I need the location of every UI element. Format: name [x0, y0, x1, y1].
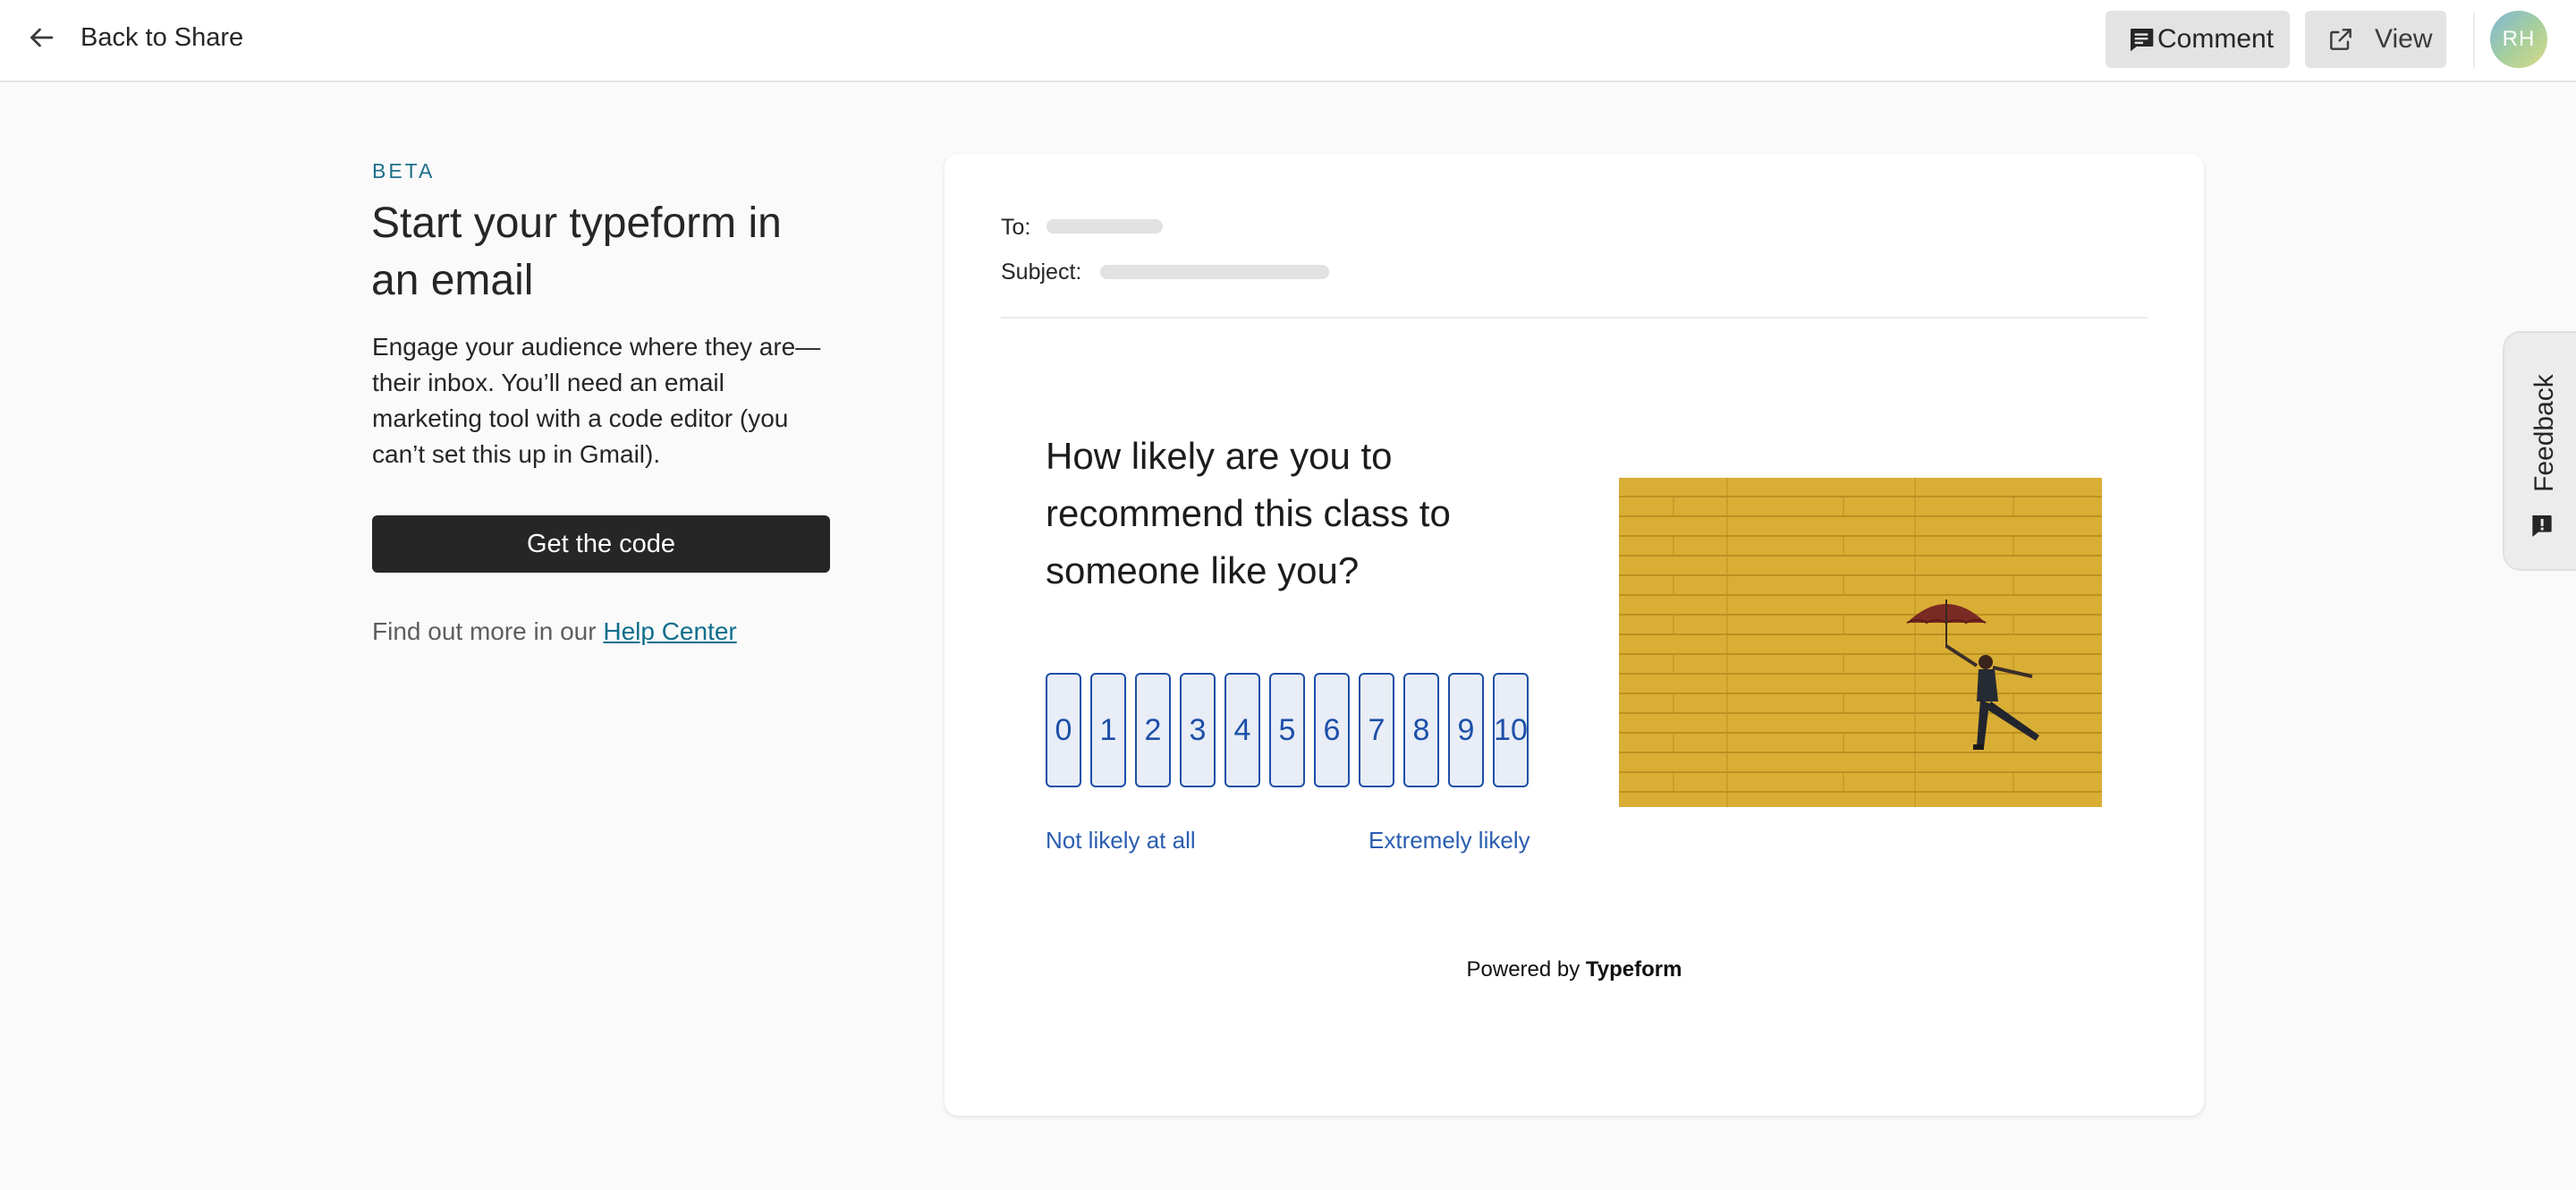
email-header-divider: [1001, 317, 2148, 319]
nps-scale: 0 1 2 3 4 5 6 7 8 9 10: [1046, 673, 1529, 787]
help-text: Find out more in our Help Center: [372, 617, 737, 646]
back-to-share-link[interactable]: Back to Share: [25, 18, 243, 57]
get-the-code-button[interactable]: Get the code: [372, 515, 830, 573]
question-text: How likely are you to recommend this cla…: [1046, 435, 1451, 591]
feedback-tab[interactable]: Feedback: [2503, 331, 2576, 571]
comment-label: Comment: [2157, 24, 2275, 54]
back-label: Back to Share: [80, 22, 244, 52]
view-button[interactable]: View: [2305, 11, 2446, 68]
scale-option-8[interactable]: 8: [1403, 673, 1439, 787]
scale-option-9[interactable]: 9: [1448, 673, 1484, 787]
scale-option-3[interactable]: 3: [1180, 673, 1216, 787]
feedback-label: Feedback: [2529, 374, 2559, 492]
comment-icon: [2131, 29, 2154, 52]
scale-high-label: Extremely likely: [1368, 827, 1530, 854]
subject-placeholder-bar: [1100, 265, 1329, 279]
arrow-left-icon: [30, 28, 54, 47]
email-preview-card: To: Subject: How likely are you to recom…: [945, 154, 2204, 1116]
view-label: View: [2375, 24, 2433, 54]
external-link-icon: [2330, 29, 2351, 50]
scale-option-2[interactable]: 2: [1135, 673, 1171, 787]
scale-option-10[interactable]: 10: [1493, 673, 1529, 787]
scale-option-7[interactable]: 7: [1359, 673, 1394, 787]
comment-button[interactable]: Comment: [2106, 11, 2290, 68]
to-label: To:: [1001, 215, 1031, 240]
help-center-link[interactable]: Help Center: [603, 617, 736, 645]
header-divider: [2473, 13, 2475, 68]
powered-by-typeform: Powered by Typeform: [945, 957, 2204, 982]
to-placeholder-bar: [1046, 219, 1163, 234]
intro-description: Engage your audience where they are—thei…: [372, 333, 821, 468]
scale-option-0[interactable]: 0: [1046, 673, 1081, 787]
powered-prefix: Powered by: [1466, 957, 1586, 982]
subject-label: Subject:: [1001, 259, 1082, 285]
scale-option-6[interactable]: 6: [1314, 673, 1350, 787]
user-avatar[interactable]: RH: [2490, 11, 2547, 68]
umbrella-woman-photo: [1619, 478, 2102, 807]
scale-option-1[interactable]: 1: [1090, 673, 1126, 787]
help-prefix: Find out more in our: [372, 617, 604, 645]
scale-option-4[interactable]: 4: [1224, 673, 1260, 787]
beta-badge: BETA: [372, 159, 436, 183]
typeform-brand: Typeform: [1585, 957, 1682, 982]
page-title: Start your typeform in an email: [371, 200, 782, 304]
scale-low-label: Not likely at all: [1046, 827, 1196, 854]
top-bar: Back to Share Comment View RH: [0, 0, 2576, 82]
feedback-icon: [2532, 515, 2552, 537]
scale-option-5[interactable]: 5: [1269, 673, 1305, 787]
